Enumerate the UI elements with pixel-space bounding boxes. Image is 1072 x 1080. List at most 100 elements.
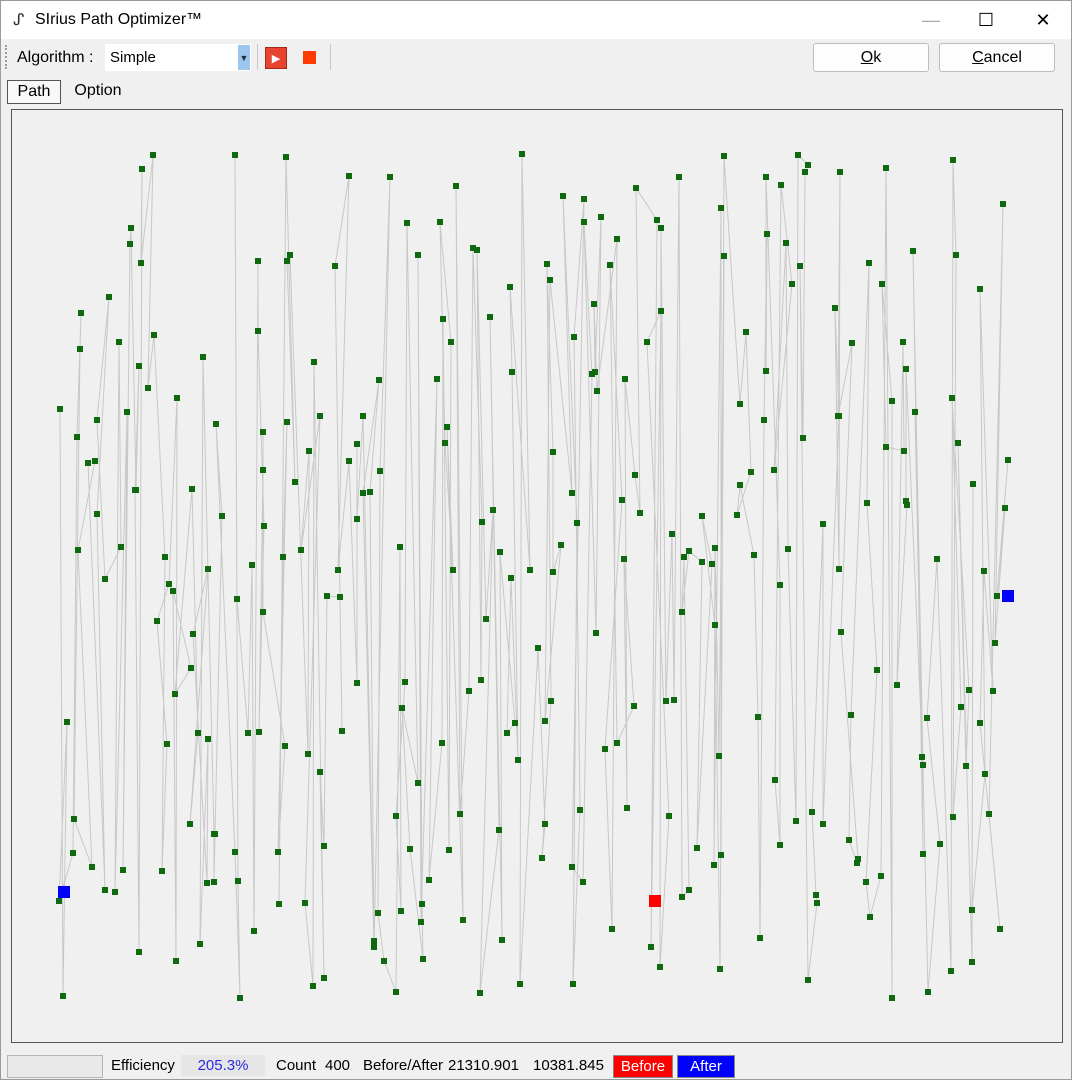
run-button[interactable]: ▶ <box>265 47 287 69</box>
path-point <box>761 417 767 423</box>
tab-option[interactable]: Option <box>67 80 129 102</box>
path-point <box>607 262 613 268</box>
path-point <box>346 458 352 464</box>
tab-path[interactable]: Path <box>7 80 61 104</box>
chevron-down-icon[interactable]: ▼ <box>238 45 250 70</box>
path-point <box>721 153 727 159</box>
path-point <box>558 542 564 548</box>
path-point <box>89 864 95 870</box>
path-point <box>212 831 218 837</box>
play-icon: ▶ <box>271 52 281 65</box>
path-point <box>694 845 700 851</box>
path-point <box>507 284 513 290</box>
path-point <box>94 511 100 517</box>
path-point <box>504 730 510 736</box>
path-point <box>574 520 580 526</box>
path-point <box>934 556 940 562</box>
path-point <box>317 769 323 775</box>
path-point <box>189 486 195 492</box>
legend-after[interactable]: After <box>677 1055 735 1078</box>
path-point <box>848 712 854 718</box>
algorithm-select-value: Simple <box>110 49 156 66</box>
path-point <box>260 467 266 473</box>
path-point <box>136 949 142 955</box>
path-point <box>57 406 63 412</box>
toolbar: Algorithm : Simple ▼ ▶ Ok Cancel <box>1 39 1071 77</box>
ok-button[interactable]: Ok <box>813 43 929 72</box>
path-point <box>120 867 126 873</box>
before-length-value: 21310.901 <box>448 1057 519 1074</box>
count-label: Count <box>276 1057 317 1074</box>
cancel-mnemonic: C <box>972 48 984 66</box>
path-point <box>78 310 84 316</box>
path-point <box>813 892 819 898</box>
path-point <box>598 214 604 220</box>
path-point <box>234 596 240 602</box>
path-point <box>324 593 330 599</box>
path-point <box>699 559 705 565</box>
path-point <box>112 889 118 895</box>
path-point <box>118 544 124 550</box>
path-point <box>302 900 308 906</box>
path-point <box>994 593 1000 599</box>
path-point <box>251 928 257 934</box>
path-point <box>306 448 312 454</box>
path-point <box>508 575 514 581</box>
path-point <box>474 247 480 253</box>
path-point <box>415 252 421 258</box>
algorithm-select[interactable]: Simple ▼ <box>105 44 251 71</box>
path-point <box>863 879 869 885</box>
path-point <box>367 489 373 495</box>
legend-before[interactable]: Before <box>613 1055 673 1078</box>
path-point <box>466 688 472 694</box>
cancel-button[interactable]: Cancel <box>939 43 1055 72</box>
path-point <box>442 440 448 446</box>
path-point <box>838 629 844 635</box>
path-point <box>783 240 789 246</box>
path-point <box>393 813 399 819</box>
ok-mnemonic: O <box>860 48 874 66</box>
close-button[interactable]: ✕ <box>1015 1 1071 39</box>
path-point <box>648 944 654 950</box>
path-canvas[interactable] <box>11 109 1063 1043</box>
minimize-button[interactable]: — <box>903 1 959 39</box>
title-bar[interactable]: ᔑ SIrius Path Optimizer™ — ☐ ✕ <box>1 1 1071 39</box>
path-point <box>624 805 630 811</box>
path-point <box>284 258 290 264</box>
path-point <box>453 183 459 189</box>
maximize-button[interactable]: ☐ <box>958 1 1014 39</box>
path-point <box>321 975 327 981</box>
path-point <box>591 301 597 307</box>
path-point <box>232 849 238 855</box>
path-point <box>162 554 168 560</box>
path-point <box>542 718 548 724</box>
path-point <box>581 219 587 225</box>
path-point <box>509 369 515 375</box>
path-point <box>211 879 217 885</box>
path-point <box>621 556 627 562</box>
path-point <box>517 981 523 987</box>
path-point <box>874 667 880 673</box>
path-point <box>709 561 715 567</box>
path-point <box>894 682 900 688</box>
path-point <box>903 366 909 372</box>
path-point <box>287 252 293 258</box>
path-point <box>515 757 521 763</box>
path-point <box>102 576 108 582</box>
path-point <box>457 811 463 817</box>
path-point <box>948 968 954 974</box>
path-point <box>377 468 383 474</box>
path-point <box>982 771 988 777</box>
path-point <box>187 821 193 827</box>
path-point <box>644 339 650 345</box>
path-point <box>777 582 783 588</box>
path-point <box>771 467 777 473</box>
before-after-label: Before/After <box>363 1057 444 1074</box>
path-point <box>835 413 841 419</box>
path-point <box>614 740 620 746</box>
toolbar-grip[interactable] <box>5 45 9 69</box>
stop-button[interactable] <box>303 51 316 64</box>
path-point <box>434 376 440 382</box>
path-point <box>679 609 685 615</box>
path-point <box>127 241 133 247</box>
